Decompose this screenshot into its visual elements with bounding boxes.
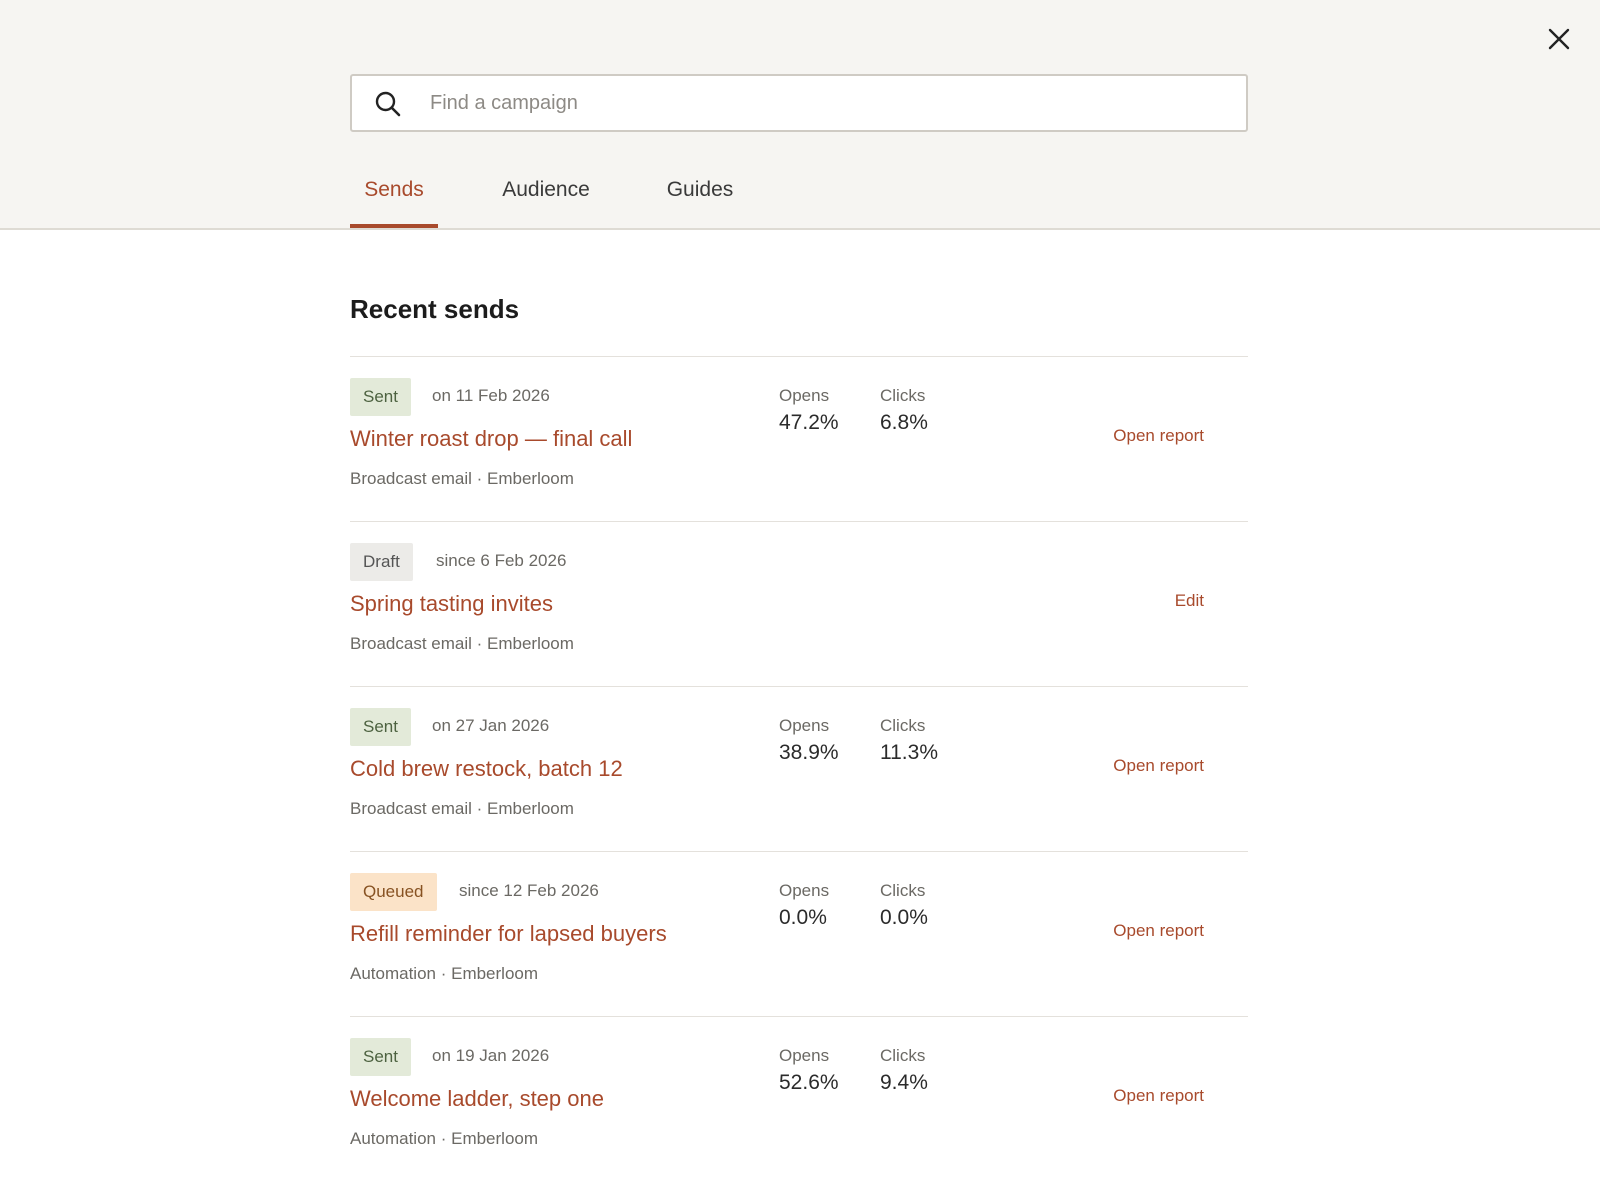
opens-value: 47.2% <box>779 411 839 434</box>
campaign-meta: Broadcast email · Emberloom <box>350 469 574 488</box>
clicks-value: 0.0% <box>880 906 928 929</box>
status-badge: Sent <box>350 1038 411 1076</box>
clicks-label: Clicks <box>880 386 926 405</box>
campaign-meta: Automation · Emberloom <box>350 964 539 983</box>
search-header: Sends Audience Guides <box>0 0 1600 230</box>
edit-link[interactable]: Edit <box>1175 591 1204 611</box>
send-date: on 27 Jan 2026 <box>432 716 550 735</box>
opens-value: 52.6% <box>779 1071 839 1094</box>
opens-label: Opens <box>779 881 830 900</box>
send-row: Draft since 6 Feb 2026 Spring tasting in… <box>350 521 1248 686</box>
tab-guides[interactable]: Guides <box>660 178 740 228</box>
opens-value: 0.0% <box>779 906 827 929</box>
opens-value: 38.9% <box>779 741 839 764</box>
clicks-label: Clicks <box>880 881 926 900</box>
campaign-title-link[interactable]: Winter roast drop — final call <box>350 426 632 452</box>
campaign-title-link[interactable]: Spring tasting invites <box>350 591 553 617</box>
send-row: Queued since 12 Feb 2026 Refill reminder… <box>350 851 1248 1016</box>
clicks-value: 11.3% <box>880 741 938 764</box>
opens-label: Opens <box>779 716 830 735</box>
status-badge: Sent <box>350 378 411 416</box>
search-box <box>350 74 1248 132</box>
send-row: Sent on 11 Feb 2026 Winter roast drop — … <box>350 356 1248 521</box>
clicks-label: Clicks <box>880 1046 926 1065</box>
search-icon <box>374 90 402 118</box>
status-badge: Sent <box>350 708 411 746</box>
opens-label: Opens <box>779 1046 830 1065</box>
open-report-link[interactable]: Open report <box>1113 921 1204 941</box>
campaign-meta: Broadcast email · Emberloom <box>350 799 574 818</box>
campaign-meta: Broadcast email · Emberloom <box>350 634 574 653</box>
open-report-link[interactable]: Open report <box>1113 756 1204 776</box>
campaign-title-link[interactable]: Cold brew restock, batch 12 <box>350 756 623 782</box>
opens-label: Opens <box>779 386 830 405</box>
send-date: on 11 Feb 2026 <box>432 386 550 405</box>
campaign-title-link[interactable]: Welcome ladder, step one <box>350 1086 604 1112</box>
section-title: Recent sends <box>350 294 520 324</box>
clicks-value: 9.4% <box>880 1071 928 1094</box>
send-date: since 6 Feb 2026 <box>436 551 567 570</box>
status-badge: Queued <box>350 873 437 911</box>
status-badge: Draft <box>350 543 413 581</box>
send-date: on 19 Jan 2026 <box>432 1046 550 1065</box>
search-input[interactable] <box>430 76 1230 130</box>
open-report-link[interactable]: Open report <box>1113 1086 1204 1106</box>
send-row: Sent on 27 Jan 2026 Cold brew restock, b… <box>350 686 1248 851</box>
campaign-title-link[interactable]: Refill reminder for lapsed buyers <box>350 921 667 947</box>
tab-audience[interactable]: Audience <box>496 178 596 228</box>
open-report-link[interactable]: Open report <box>1113 426 1204 446</box>
tab-sends[interactable]: Sends <box>350 178 438 228</box>
close-icon[interactable] <box>1544 24 1574 54</box>
send-row: Sent on 19 Jan 2026 Welcome ladder, step… <box>350 1016 1248 1181</box>
clicks-value: 6.8% <box>880 411 928 434</box>
clicks-label: Clicks <box>880 716 926 735</box>
campaign-meta: Automation · Emberloom <box>350 1129 539 1148</box>
send-date: since 12 Feb 2026 <box>459 881 599 900</box>
